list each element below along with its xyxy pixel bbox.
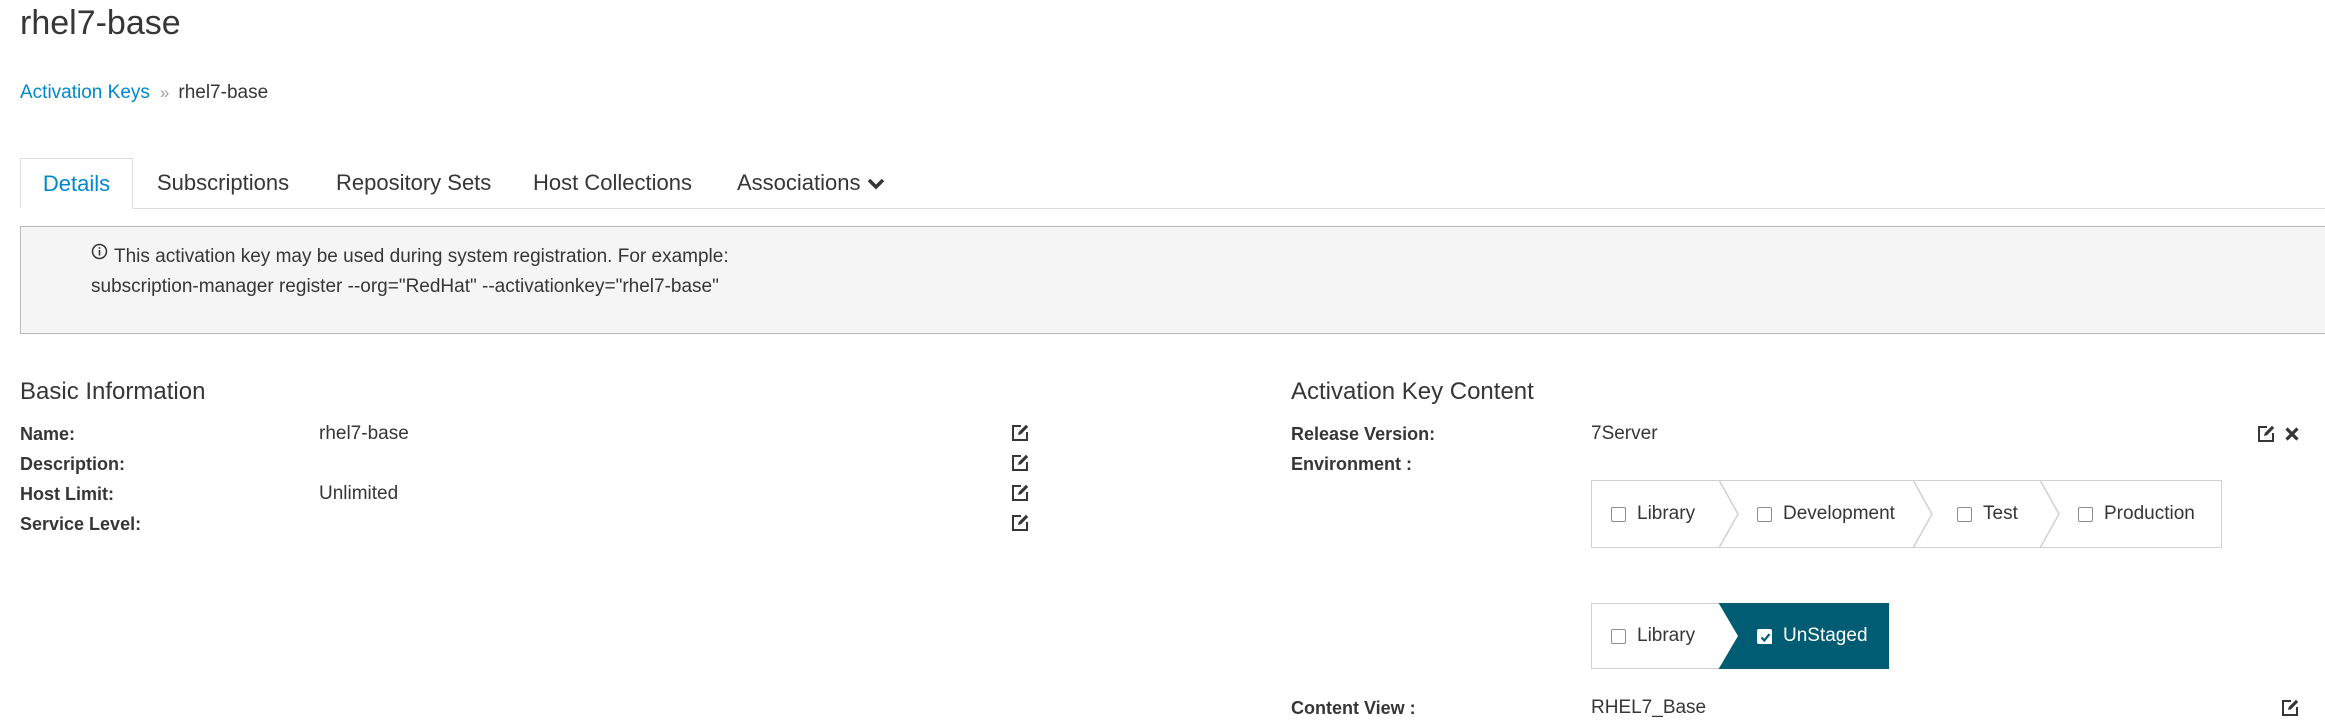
host-limit-label: Host Limit: xyxy=(20,484,114,504)
chevron-down-icon xyxy=(867,158,885,208)
environment-path-2: Library UnStaged xyxy=(1591,603,1889,669)
basic-information-title: Basic Information xyxy=(20,378,206,405)
content-view-label: Content View : xyxy=(1291,698,1416,718)
env2-library-label: Library xyxy=(1637,625,1696,646)
env-library-option[interactable]: Library xyxy=(1611,481,1695,547)
release-version-value: 7Server xyxy=(1591,423,1658,444)
tab-repository-sets[interactable]: Repository Sets xyxy=(336,158,491,208)
breadcrumb: Activation Keys » rhel7-base xyxy=(20,82,268,104)
env-development-option[interactable]: Development xyxy=(1757,481,1895,547)
env2-unstaged-option[interactable]: UnStaged xyxy=(1757,604,1868,668)
breadcrumb-link-activation-keys[interactable]: Activation Keys xyxy=(20,82,150,103)
env-test-checkbox[interactable] xyxy=(1957,506,1972,522)
env-production-checkbox[interactable] xyxy=(2078,506,2093,522)
service-level-label: Service Level: xyxy=(20,514,142,534)
env-library-label: Library xyxy=(1637,503,1696,524)
env2-library-option[interactable]: Library xyxy=(1611,604,1695,668)
info-command: subscription-manager register --org="Red… xyxy=(91,276,719,297)
env-test-option[interactable]: Test xyxy=(1957,481,2018,547)
edit-release-version-icon[interactable] xyxy=(2256,424,2276,449)
edit-service-level-icon[interactable] xyxy=(1010,513,1030,538)
tab-associations-label: Associations xyxy=(737,170,861,195)
env-production-option[interactable]: Production xyxy=(2078,481,2195,547)
content-view-value: RHEL7_Base xyxy=(1591,697,1707,718)
env-production-label: Production xyxy=(2104,503,2195,524)
host-limit-value: Unlimited xyxy=(319,483,399,504)
breadcrumb-current: rhel7-base xyxy=(178,82,269,103)
description-label: Description: xyxy=(20,454,126,474)
clear-release-version-icon[interactable] xyxy=(2284,426,2300,447)
tab-details[interactable]: Details xyxy=(20,158,133,209)
edit-host-limit-icon[interactable] xyxy=(1010,483,1030,508)
info-circle-icon xyxy=(91,243,108,266)
environment-path-1: Library Development Test Production xyxy=(1591,480,2222,548)
release-version-label: Release Version: xyxy=(1291,424,1436,444)
edit-name-icon[interactable] xyxy=(1010,423,1030,448)
env-development-label: Development xyxy=(1783,503,1895,524)
edit-content-view-icon[interactable] xyxy=(2280,698,2300,723)
breadcrumb-separator: » xyxy=(159,83,170,102)
tab-associations[interactable]: Associations xyxy=(737,158,885,208)
info-line-1: This activation key may be used during s… xyxy=(91,243,729,268)
page-title: rhel7-base xyxy=(20,4,181,42)
info-text: This activation key may be used during s… xyxy=(114,246,729,267)
env-library-checkbox[interactable] xyxy=(1611,506,1626,522)
env-test-label: Test xyxy=(1983,503,2018,524)
name-label: Name: xyxy=(20,424,76,444)
activation-key-content-title: Activation Key Content xyxy=(1291,378,1534,405)
env2-unstaged-checkbox[interactable] xyxy=(1757,628,1772,644)
tabs-divider xyxy=(20,208,2325,209)
env2-library-checkbox[interactable] xyxy=(1611,628,1626,644)
name-value: rhel7-base xyxy=(319,423,409,444)
env-development-checkbox[interactable] xyxy=(1757,506,1772,522)
environment-label: Environment : xyxy=(1291,454,1413,474)
env2-unstaged-label: UnStaged xyxy=(1783,625,1868,646)
edit-description-icon[interactable] xyxy=(1010,453,1030,478)
tab-subscriptions[interactable]: Subscriptions xyxy=(157,158,289,208)
tab-host-collections[interactable]: Host Collections xyxy=(533,158,692,208)
